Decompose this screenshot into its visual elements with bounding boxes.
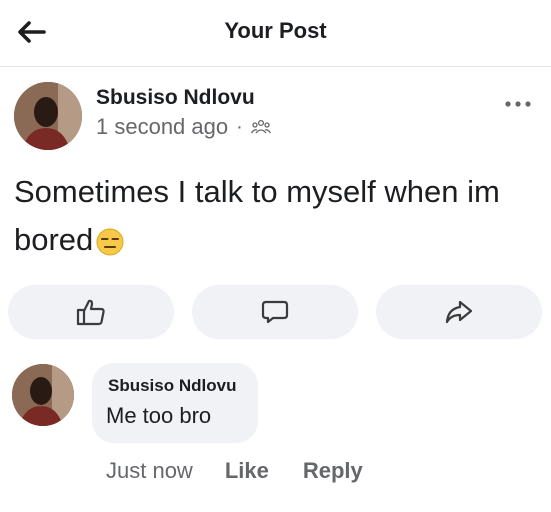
post-author-name[interactable]: Sbusiso Ndlovu bbox=[96, 86, 255, 110]
arrow-left-icon bbox=[18, 21, 46, 43]
comment-text: Me too bro bbox=[106, 403, 212, 428]
like-button[interactable] bbox=[8, 285, 174, 339]
more-dots-icon bbox=[505, 101, 531, 107]
comment-reply-button[interactable]: Reply bbox=[303, 458, 363, 484]
expressionless-face-icon bbox=[96, 228, 124, 256]
back-button[interactable] bbox=[12, 14, 52, 50]
share-button[interactable] bbox=[376, 285, 542, 339]
post-timestamp[interactable]: 1 second ago bbox=[96, 114, 228, 140]
comment-timestamp: Just now bbox=[106, 458, 193, 483]
post-options-button[interactable] bbox=[498, 92, 538, 116]
share-icon bbox=[445, 300, 473, 324]
comment-author-name[interactable]: Sbusiso Ndlovu bbox=[108, 376, 236, 396]
post-meta: 1 second ago · bbox=[96, 114, 271, 140]
meta-separator: · bbox=[236, 115, 243, 138]
post-text: Sometimes I talk to myself when im bored bbox=[14, 174, 500, 257]
top-bar: Your Post bbox=[0, 0, 551, 67]
comment-actions: Just now Like Reply bbox=[106, 458, 363, 484]
thumbs-up-icon bbox=[76, 299, 105, 326]
comment-like-button[interactable]: Like bbox=[225, 458, 269, 484]
comment-icon bbox=[261, 300, 289, 324]
post-body: Sometimes I talk to myself when im bored bbox=[14, 168, 514, 264]
page-title: Your Post bbox=[224, 18, 327, 43]
comment-button[interactable] bbox=[192, 285, 358, 339]
comment-author-avatar[interactable] bbox=[12, 364, 74, 426]
post-author-avatar[interactable] bbox=[14, 82, 82, 150]
friends-icon bbox=[250, 119, 271, 134]
comment-bubble: Sbusiso Ndlovu Me too bro bbox=[92, 363, 258, 443]
